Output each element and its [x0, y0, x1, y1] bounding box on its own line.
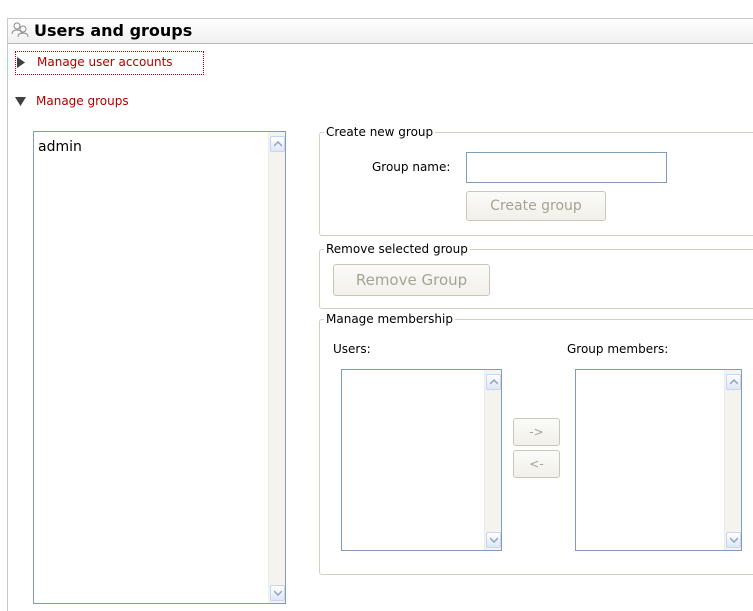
- triangle-down-icon: [15, 97, 26, 106]
- page-title: Users and groups: [34, 21, 193, 40]
- groups-list[interactable]: admin: [33, 131, 286, 604]
- chevron-down-icon: [730, 537, 738, 543]
- chevron-up-icon: [274, 141, 282, 147]
- scroll-up-button[interactable]: [486, 374, 501, 390]
- scroll-down-button[interactable]: [726, 532, 741, 548]
- left-border: [7, 44, 8, 611]
- manage-user-accounts-label: Manage user accounts: [37, 55, 173, 69]
- manage-groups-label: Manage groups: [36, 94, 129, 108]
- triangle-right-icon: [17, 57, 25, 68]
- manage-user-accounts-toggle[interactable]: Manage user accounts: [15, 51, 204, 75]
- chevron-down-icon: [490, 537, 498, 543]
- chevron-up-icon: [730, 379, 738, 385]
- users-list[interactable]: [341, 369, 502, 551]
- add-member-button[interactable]: ->: [513, 418, 560, 446]
- manage-groups-toggle[interactable]: Manage groups: [15, 91, 175, 113]
- group-name-input[interactable]: [466, 152, 667, 183]
- group-members-label: Group members:: [567, 342, 669, 356]
- group-name-label: Group name:: [372, 160, 451, 174]
- remove-group-button[interactable]: Remove Group: [333, 264, 490, 296]
- chevron-up-icon: [490, 379, 498, 385]
- remove-group-legend: Remove selected group: [324, 242, 470, 256]
- chevron-down-icon: [274, 590, 282, 596]
- manage-membership-legend: Manage membership: [324, 312, 455, 326]
- users-and-groups-header: Users and groups: [7, 18, 753, 44]
- create-group-legend: Create new group: [324, 125, 436, 139]
- users-icon: [11, 22, 29, 38]
- remove-member-button[interactable]: <-: [513, 450, 560, 478]
- groups-list-scrollbar[interactable]: [268, 132, 285, 603]
- scroll-down-button[interactable]: [486, 532, 501, 548]
- list-item[interactable]: admin: [38, 139, 82, 155]
- scroll-up-button[interactable]: [270, 136, 285, 152]
- create-group-button[interactable]: Create group: [466, 191, 606, 221]
- scroll-down-button[interactable]: [270, 585, 285, 601]
- group-members-scrollbar[interactable]: [724, 370, 741, 550]
- users-label: Users:: [333, 342, 371, 356]
- users-list-scrollbar[interactable]: [484, 370, 501, 550]
- scroll-up-button[interactable]: [726, 374, 741, 390]
- group-members-list[interactable]: [575, 369, 742, 551]
